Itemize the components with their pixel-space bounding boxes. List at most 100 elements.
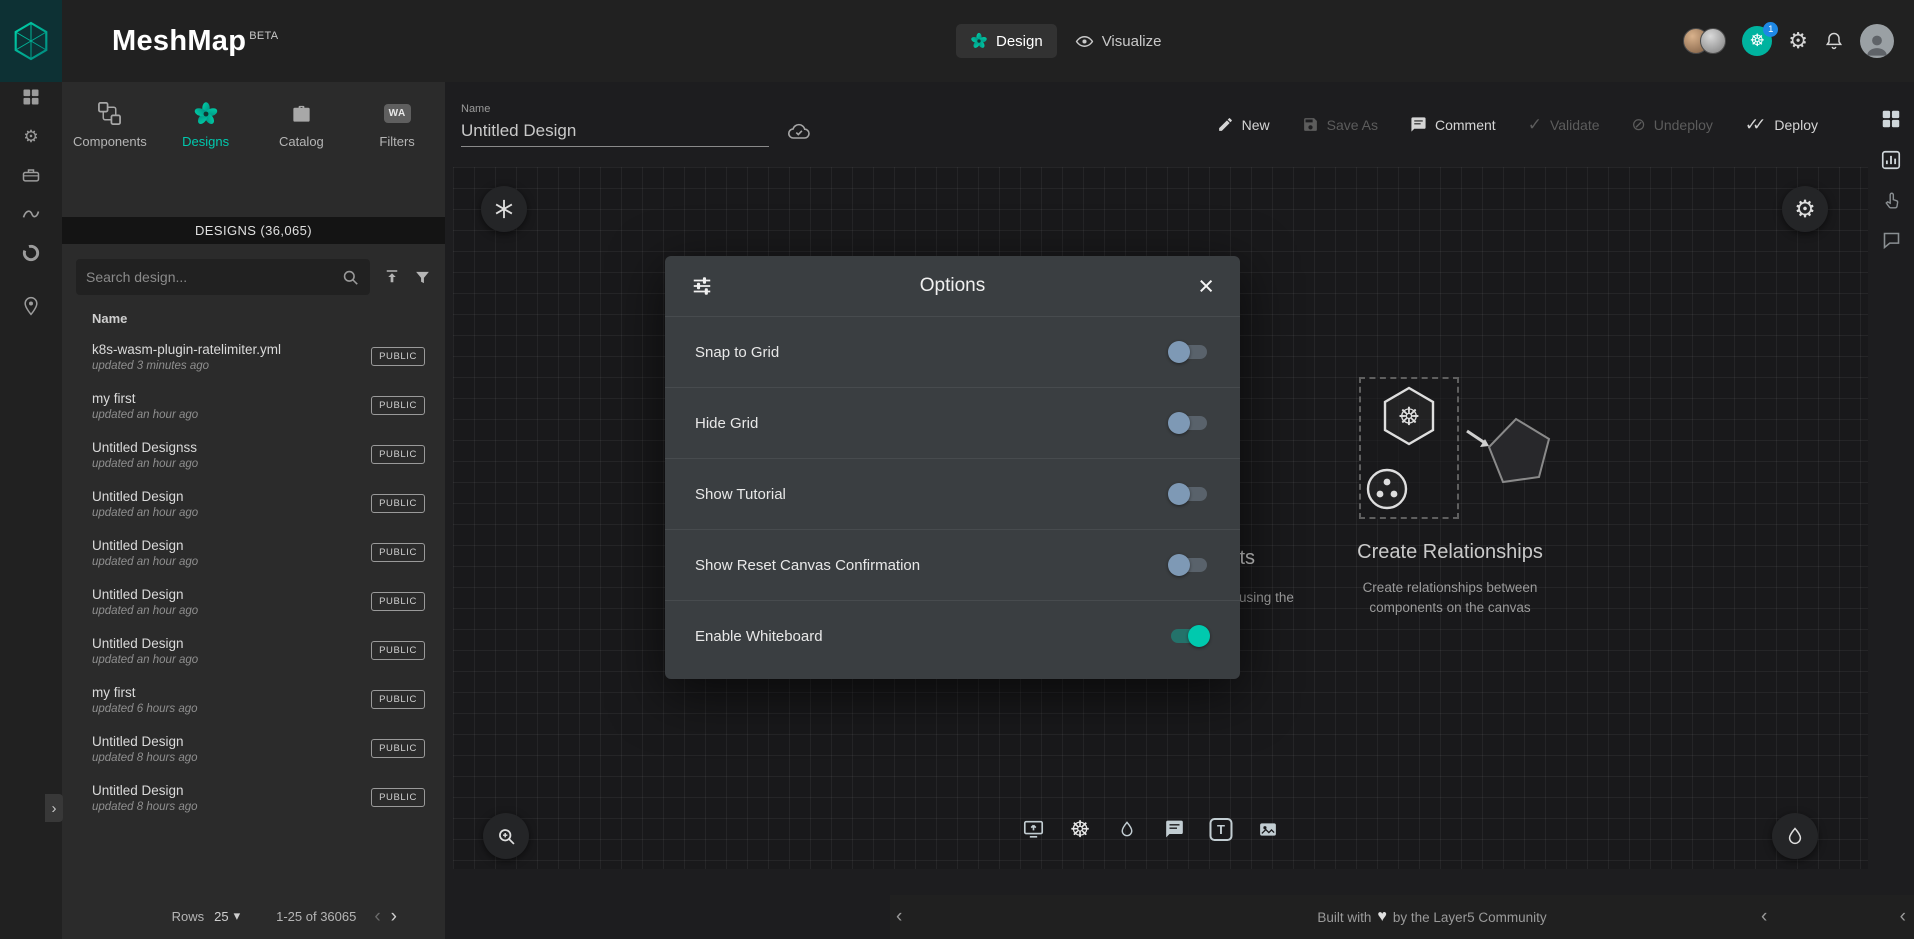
design-row[interactable]: Untitled Design updated an hour ago PUBL… xyxy=(62,528,445,577)
undeploy-button[interactable]: ⊘ Undeploy xyxy=(1632,116,1713,133)
tutorial-heading: Create Relationships xyxy=(1300,541,1600,564)
configuration-icon[interactable] xyxy=(20,164,42,186)
tutorial-description: Create relationships between components … xyxy=(1330,578,1570,617)
right-panel-chevron[interactable]: ‹ xyxy=(1894,895,1912,939)
search-box xyxy=(76,259,370,295)
dock-collapse-chevron[interactable]: ‹ xyxy=(1755,895,1773,939)
metrics-panel-icon[interactable] xyxy=(1880,149,1902,171)
profile-avatar[interactable] xyxy=(1860,24,1894,58)
search-input[interactable] xyxy=(86,269,341,285)
design-row[interactable]: Untitled Design updated 8 hours ago PUBL… xyxy=(62,773,445,822)
catalog-icon xyxy=(290,100,313,127)
kubernetes-context-button[interactable]: ☸ 1 xyxy=(1742,26,1772,56)
visibility-badge: PUBLIC xyxy=(371,347,425,366)
touch-mode-icon[interactable] xyxy=(1881,190,1902,211)
pencil-icon xyxy=(1217,116,1234,133)
tab-filters[interactable]: WA Filters xyxy=(349,82,445,167)
option-toggle[interactable] xyxy=(1168,483,1210,505)
screen-share-icon[interactable] xyxy=(1018,814,1048,844)
ink-drop-icon[interactable] xyxy=(1112,814,1142,844)
deploy-button[interactable]: ✓✓ Deploy xyxy=(1745,116,1818,133)
import-design-button[interactable] xyxy=(383,268,401,286)
layer5-logo[interactable] xyxy=(0,0,62,82)
option-row: Snap to Grid xyxy=(665,316,1240,387)
footer-left-chevron[interactable]: ‹ xyxy=(890,895,908,939)
app-footer: ‹ Built with ♥ by the Layer5 Community ‹… xyxy=(890,895,1914,939)
comment-button[interactable]: Comment xyxy=(1410,116,1496,133)
visibility-badge: PUBLIC xyxy=(371,788,425,807)
design-row[interactable]: my first updated 6 hours ago PUBLIC xyxy=(62,675,445,724)
hexagon-mesh-icon xyxy=(13,21,49,61)
design-row[interactable]: Untitled Designss updated an hour ago PU… xyxy=(62,430,445,479)
option-toggle[interactable] xyxy=(1168,625,1210,647)
ink-drop-fab[interactable] xyxy=(1772,813,1818,859)
rows-label: Rows xyxy=(172,909,205,924)
validate-button[interactable]: ✓ Validate xyxy=(1528,116,1600,133)
collaborator-avatar[interactable] xyxy=(1700,28,1726,54)
visibility-badge: PUBLIC xyxy=(371,592,425,611)
extensions-icon[interactable] xyxy=(20,242,42,264)
visualize-mode-button[interactable]: Visualize xyxy=(1075,32,1162,51)
option-toggle[interactable] xyxy=(1168,412,1210,434)
search-icon[interactable] xyxy=(341,268,360,287)
design-row[interactable]: k8s-wasm-plugin-ratelimiter.yml updated … xyxy=(62,332,445,381)
search-row xyxy=(76,259,431,295)
tab-designs[interactable]: Designs xyxy=(158,82,254,167)
kubernetes-icon[interactable]: ☸ xyxy=(1065,814,1095,844)
tutorial-create-relationships: ☸ xyxy=(1300,377,1600,617)
footer-credit: Built with ♥ by the Layer5 Community xyxy=(1272,895,1592,939)
lifecycle-icon[interactable]: ⚙ xyxy=(20,125,42,147)
design-row[interactable]: Untitled Design updated an hour ago PUBL… xyxy=(62,626,445,675)
canvas-settings-fab[interactable]: ⚙ xyxy=(1782,186,1828,232)
notifications-button[interactable] xyxy=(1824,31,1844,51)
save-as-button[interactable]: Save As xyxy=(1302,116,1378,133)
drawer-expand-chevron[interactable]: › xyxy=(45,794,63,822)
next-page-button[interactable]: › xyxy=(391,907,397,926)
options-modal-header: Options × xyxy=(665,256,1240,316)
design-name: Untitled Design xyxy=(92,538,371,553)
performance-icon[interactable] xyxy=(20,203,42,225)
visibility-badge: PUBLIC xyxy=(371,543,425,562)
design-name: my first xyxy=(92,685,371,700)
map-pin-icon[interactable] xyxy=(20,295,42,317)
dashboard-icon[interactable] xyxy=(20,86,42,108)
comment-icon[interactable] xyxy=(1159,814,1189,844)
media-icon[interactable] xyxy=(1253,814,1283,844)
pagination: Rows 25 ▾ 1-25 of 36065 ‹ › xyxy=(62,893,445,939)
zoom-fab[interactable] xyxy=(483,813,529,859)
design-row[interactable]: my first updated an hour ago PUBLIC xyxy=(62,381,445,430)
meshsync-fab[interactable] xyxy=(481,186,527,232)
chat-panel-icon[interactable] xyxy=(1881,230,1902,251)
tab-catalog[interactable]: Catalog xyxy=(254,82,350,167)
settings-gear-button[interactable]: ⚙ xyxy=(1788,30,1808,52)
pagination-range: 1-25 of 36065 xyxy=(276,909,356,924)
design-updated: updated 8 hours ago xyxy=(92,801,371,813)
design-row[interactable]: Untitled Design updated an hour ago PUBL… xyxy=(62,577,445,626)
new-button[interactable]: New xyxy=(1217,116,1270,133)
tab-components[interactable]: Components xyxy=(62,82,158,167)
funnel-icon xyxy=(414,269,431,286)
rows-per-page-select[interactable]: 25 ▾ xyxy=(214,908,240,924)
design-name-field: Name xyxy=(461,103,769,147)
text-tool-icon[interactable]: T xyxy=(1206,814,1236,844)
mode-switch: Design Visualize xyxy=(956,0,1161,82)
prev-page-button[interactable]: ‹ xyxy=(374,907,380,926)
option-toggle[interactable] xyxy=(1168,341,1210,363)
design-mode-button[interactable]: Design xyxy=(956,24,1057,58)
option-toggle[interactable] xyxy=(1168,554,1210,576)
asterisk-icon xyxy=(493,198,515,220)
design-name-label: Name xyxy=(461,103,769,115)
cloud-saved-icon xyxy=(787,120,811,144)
design-name-input[interactable] xyxy=(461,119,769,147)
name-column-header[interactable]: Name xyxy=(62,295,445,332)
components-dock-icon[interactable] xyxy=(1880,108,1902,130)
design-row[interactable]: Untitled Design updated an hour ago PUBL… xyxy=(62,479,445,528)
designs-list: k8s-wasm-plugin-ratelimiter.yml updated … xyxy=(62,332,445,822)
design-updated: updated an hour ago xyxy=(92,409,371,421)
app-header: MeshMapBETA Design Visualize ☸ 1 xyxy=(0,0,1914,82)
filter-designs-button[interactable] xyxy=(414,269,431,286)
close-icon[interactable]: × xyxy=(1192,256,1220,316)
design-updated: updated an hour ago xyxy=(92,556,371,568)
design-row[interactable]: Untitled Design updated 8 hours ago PUBL… xyxy=(62,724,445,773)
design-name: Untitled Design xyxy=(92,734,371,749)
